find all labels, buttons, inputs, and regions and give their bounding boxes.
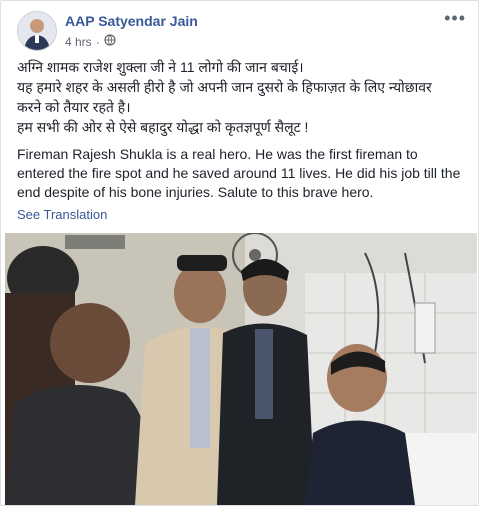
hindi-line: करने को तैयार रहते है। (17, 99, 131, 115)
ellipsis-icon[interactable]: ••• (444, 9, 466, 27)
hindi-line: यह हमारे शहर के असली हीरो है जो अपनी जान… (17, 79, 432, 95)
author-avatar[interactable] (17, 11, 57, 51)
post-time[interactable]: 4 hrs (65, 35, 92, 49)
see-translation-link[interactable]: See Translation (17, 207, 107, 222)
post-card: AAP Satyendar Jain 4 hrs · ••• अग्नि शाम… (0, 0, 479, 506)
post-photo[interactable] (5, 233, 477, 505)
post-header: AAP Satyendar Jain 4 hrs · ••• (13, 9, 466, 55)
english-text: Fireman Rajesh Shukla is a real hero. He… (17, 146, 461, 200)
post-meta: 4 hrs · (65, 34, 116, 49)
hindi-line: अग्नि शामक राजेश शुक्ला जी ने 11 लोगो की… (17, 59, 304, 75)
hindi-line: हम सभी की ओर से ऐसे बहादुर योद्धा को कृत… (17, 119, 309, 135)
post-text: अग्नि शामक राजेश शुक्ला जी ने 11 लोगो की… (17, 57, 465, 202)
author-name[interactable]: AAP Satyendar Jain (65, 13, 198, 29)
separator-dot: · (95, 34, 100, 49)
globe-icon[interactable] (104, 34, 116, 49)
